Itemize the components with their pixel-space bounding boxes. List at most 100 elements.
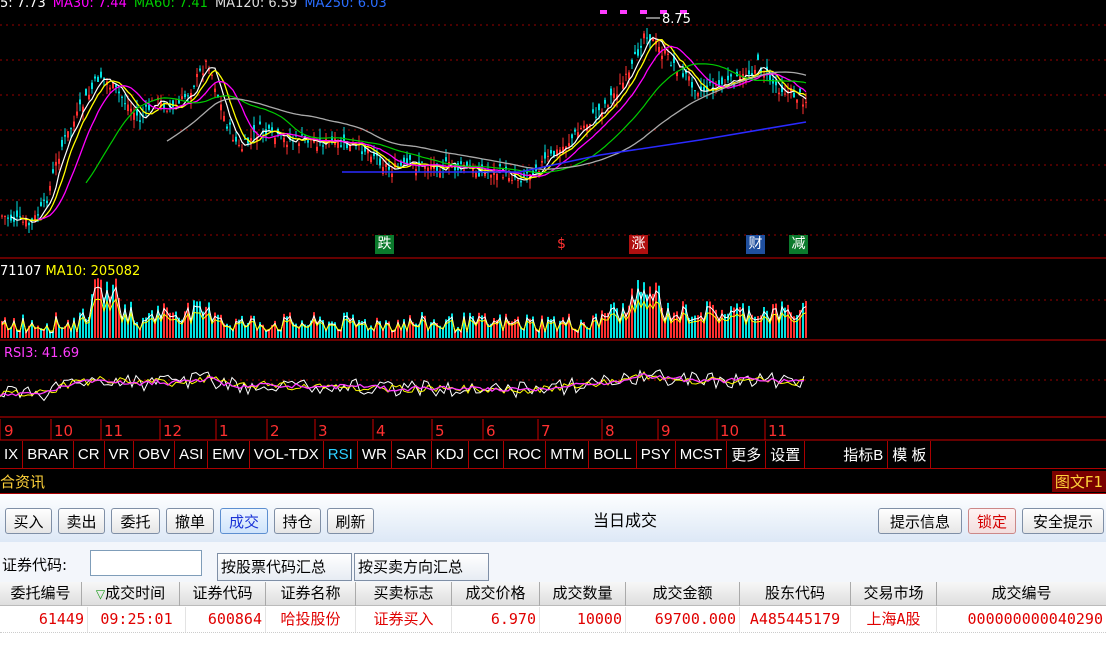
indicator-tabs: IX BRAR CR VR OBV ASI EMV VOL-TDX RSI WR SAR KDJ CCI… <box>0 441 1106 468</box>
indicator-tab[interactable]: PSY <box>637 441 676 468</box>
col-order-no[interactable]: 委托编号 <box>0 582 82 606</box>
candle-body <box>463 169 465 171</box>
order-button[interactable]: 委托 <box>111 508 160 534</box>
cancel-order-button[interactable]: 撤单 <box>166 508 214 534</box>
candle-body <box>139 120 141 122</box>
candle-body <box>97 76 99 82</box>
indicator-tab[interactable]: BOLL <box>589 441 637 468</box>
candle-body <box>502 177 504 179</box>
col-price[interactable]: 成交价格 <box>452 582 540 606</box>
position-button[interactable]: 持仓 <box>274 508 321 534</box>
cell-fill-time: 09:25:01 <box>88 607 186 632</box>
indicator-tab[interactable]: RSI <box>324 441 358 468</box>
candle-body <box>121 96 123 98</box>
sort-desc-icon: ▽ <box>95 587 106 601</box>
chart-canvas[interactable] <box>0 0 1106 441</box>
candle-body <box>76 111 78 116</box>
col-fill-no[interactable]: 成交编号 <box>937 582 1106 606</box>
signal-dash <box>600 10 607 14</box>
indicator-tab[interactable]: 设置 <box>766 441 806 468</box>
stock-code-input[interactable] <box>90 550 202 576</box>
ma-line <box>166 71 807 171</box>
indicator-tab[interactable]: MCST <box>676 441 728 468</box>
indicator-tab[interactable]: VOL-TDX <box>250 441 324 468</box>
indicator-tab[interactable]: VR <box>105 441 135 468</box>
candle-body <box>511 179 513 181</box>
candle-body <box>661 55 663 60</box>
indicator-tab[interactable]: KDJ <box>432 441 469 468</box>
indicator-tab[interactable]: MTM <box>546 441 590 468</box>
candle-body <box>214 88 216 93</box>
rsi1-line <box>0 369 805 402</box>
candle-body <box>583 125 585 128</box>
indicator-tab[interactable]: WR <box>358 441 392 468</box>
sell-button[interactable]: 卖出 <box>58 508 105 534</box>
candle-body <box>16 210 18 217</box>
trade-panel: 买入 卖出 委托 撤单 成交 持仓 刷新 当日成交 提示信息 锁定 安全提示 证… <box>0 494 1106 645</box>
candle-body <box>595 116 597 118</box>
buy-button[interactable]: 买入 <box>5 508 52 534</box>
news-tab[interactable]: 合资讯 <box>0 471 45 492</box>
event-marker[interactable]: 涨 <box>629 235 648 254</box>
table-row[interactable]: 61449 09:25:01 600864 哈投股份 证券买入 6.970 10… <box>0 607 1106 633</box>
candle-body <box>541 160 543 163</box>
indicator-tab[interactable]: IX <box>0 441 24 468</box>
rsi-legend: RSI3: 41.69 <box>4 346 80 361</box>
candle-body <box>181 96 183 100</box>
candle-body <box>547 155 549 157</box>
event-marker[interactable]: 跌 <box>375 235 394 254</box>
indicator-tab[interactable]: OBV <box>134 441 176 468</box>
col-holder-code[interactable]: 股东代码 <box>740 582 851 606</box>
summary-by-direction-button[interactable]: 按买卖方向汇总 <box>354 553 489 581</box>
indicator-tab[interactable]: BRAR <box>23 441 74 468</box>
indicator-tab[interactable]: SAR <box>392 441 432 468</box>
candle-body <box>322 145 324 147</box>
candle-body <box>133 113 135 120</box>
indicator-tab[interactable]: 模 板 <box>888 441 932 468</box>
indicator-tab[interactable]: 指标B <box>839 441 889 468</box>
candle-body <box>46 200 48 204</box>
candle-body <box>112 82 114 89</box>
candle-body <box>385 164 387 167</box>
indicator-tab[interactable]: ASI <box>175 441 209 468</box>
event-marker[interactable]: 财 <box>746 235 765 254</box>
event-marker[interactable]: $ <box>552 235 571 254</box>
candle-body <box>391 173 393 177</box>
candle-body <box>64 135 66 137</box>
f1-tab[interactable]: 图文F1 <box>1051 471 1106 492</box>
candle-body <box>784 93 786 95</box>
candle-body <box>91 82 93 89</box>
cell-quantity: 10000 <box>540 607 626 632</box>
hint-info-button[interactable]: 提示信息 <box>878 508 962 534</box>
trade-toolbar: 买入 卖出 委托 撤单 成交 持仓 刷新 当日成交 提示信息 锁定 安全提示 <box>0 494 1106 543</box>
filled-button[interactable]: 成交 <box>220 508 268 534</box>
candle-body <box>202 73 204 76</box>
col-fill-time[interactable]: ▽成交时间 <box>82 582 180 606</box>
month-label: 6 <box>486 422 496 440</box>
candle-body <box>637 49 639 56</box>
indicator-tab[interactable]: 更多 <box>727 441 767 468</box>
col-stock-code[interactable]: 证券代码 <box>180 582 266 606</box>
indicator-tab[interactable]: ROC <box>504 441 547 468</box>
stock-chart[interactable]: 5: 7.73 MA30: 7.44 MA60: 7.41 MA120: 6.59 MA… <box>0 0 1106 441</box>
candle-body <box>445 157 447 162</box>
summary-by-code-button[interactable]: 按股票代码汇总 <box>217 553 352 581</box>
col-amount[interactable]: 成交金额 <box>626 582 740 606</box>
event-marker[interactable]: 减 <box>789 235 808 254</box>
refresh-button[interactable]: 刷新 <box>327 508 374 534</box>
candle-body <box>28 222 30 226</box>
candle-body <box>799 88 801 93</box>
candle-body <box>232 139 234 142</box>
candle-body <box>37 214 39 216</box>
col-stock-name[interactable]: 证券名称 <box>266 582 356 606</box>
lock-button[interactable]: 锁定 <box>968 508 1016 534</box>
col-market[interactable]: 交易市场 <box>851 582 937 606</box>
indicator-tab[interactable]: EMV <box>208 441 250 468</box>
security-tip-button[interactable]: 安全提示 <box>1022 508 1104 534</box>
col-side[interactable]: 买卖标志 <box>356 582 452 606</box>
col-quantity[interactable]: 成交数量 <box>540 582 626 606</box>
indicator-tab[interactable]: CR <box>74 441 105 468</box>
candle-body <box>688 76 690 81</box>
indicator-tab[interactable]: CCI <box>469 441 504 468</box>
candle-body <box>460 161 462 164</box>
